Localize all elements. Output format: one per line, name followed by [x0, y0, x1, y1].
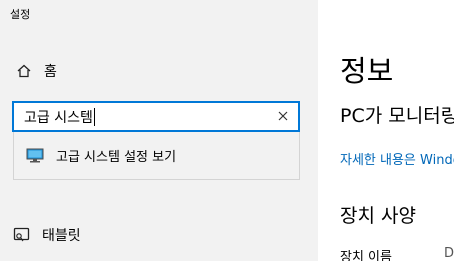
- sidebar-item-home[interactable]: 홈: [14, 60, 57, 82]
- device-name-value: D: [444, 246, 454, 261]
- device-specs-heading: 장치 사양: [340, 205, 416, 227]
- search-suggestion-label: 고급 시스템 설정 보기: [56, 150, 177, 165]
- monitoring-heading: PC가 모니터링되고: [340, 105, 454, 127]
- tablet-icon: [12, 225, 32, 245]
- page-title: 정보: [340, 54, 394, 88]
- home-icon: [14, 61, 34, 81]
- sidebar-item-home-label: 홈: [44, 64, 57, 80]
- device-name-label: 장치 이름: [340, 250, 392, 261]
- search-input[interactable]: 고급 시스템: [12, 101, 300, 132]
- app-title: 설정: [10, 8, 31, 21]
- search-suggestion-item[interactable]: 고급 시스템 설정 보기: [13, 132, 300, 180]
- main-content: 정보 PC가 모니터링되고 자세한 내용은 Windows 장치 사양 장치 이…: [318, 0, 454, 261]
- search-input-value: 고급 시스템: [24, 109, 93, 126]
- details-link[interactable]: 자세한 내용은 Windows: [340, 149, 454, 168]
- sidebar: 설정 홈 고급 시스템 고급 시스템 설정 보기 태블릿: [0, 0, 318, 261]
- sidebar-item-tablet-label: 태블릿: [42, 228, 81, 244]
- close-icon[interactable]: [276, 109, 290, 123]
- monitor-icon: [26, 148, 44, 164]
- text-caret: [93, 107, 95, 126]
- sidebar-item-tablet[interactable]: 태블릿: [12, 224, 81, 246]
